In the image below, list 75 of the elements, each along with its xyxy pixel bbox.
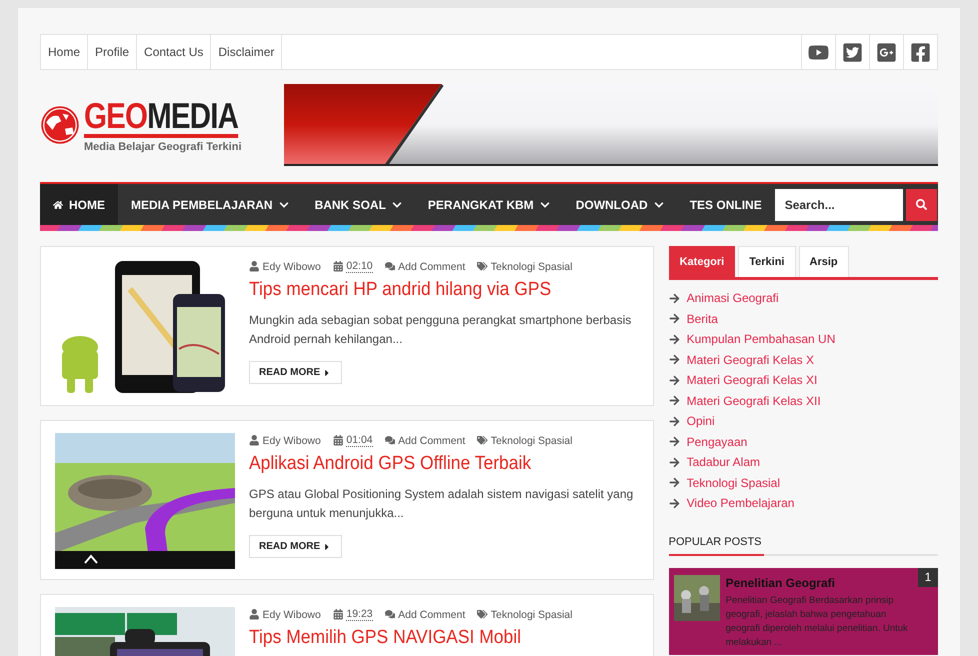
arrow-icon bbox=[668, 456, 680, 468]
post-author: Edy Wibowo bbox=[249, 434, 321, 447]
category-link[interactable]: Video Pembelajaran bbox=[686, 495, 794, 512]
user-icon bbox=[249, 261, 260, 272]
arrow-icon bbox=[668, 395, 680, 406]
top-menu-link[interactable]: Home bbox=[41, 35, 88, 69]
post-title[interactable]: Aplikasi Android GPS Offline Terbaik bbox=[249, 453, 532, 475]
arrow-icon bbox=[668, 477, 680, 488]
read-more-button[interactable]: READ MORE bbox=[249, 535, 342, 558]
comment-link[interactable]: Add Comment bbox=[384, 434, 466, 447]
tags-icon bbox=[477, 261, 488, 272]
user-icon bbox=[249, 435, 260, 446]
comment-link[interactable]: Add Comment bbox=[384, 260, 466, 273]
section-heading: POPULAR POSTS bbox=[668, 536, 764, 556]
home-icon bbox=[53, 200, 63, 210]
rank-badge: 1 bbox=[918, 568, 938, 586]
arrow-icon bbox=[668, 334, 680, 345]
calendar-icon bbox=[332, 609, 344, 620]
comments-icon bbox=[384, 609, 396, 620]
post-title[interactable]: Tips Memilih GPS NAVIGASI Mobil bbox=[249, 627, 521, 649]
search-field[interactable]: Search... bbox=[774, 188, 903, 220]
post-excerpt: GPS atau Global Positioning System adalah sistem navigasi satelit yang berguna untuk menunjukka... bbox=[249, 486, 634, 522]
post-time: 19:23 bbox=[346, 608, 373, 621]
category-link[interactable]: Animasi Geografi bbox=[686, 290, 779, 306]
category-link[interactable]: Pengayaan bbox=[686, 434, 748, 450]
sidebar-tab[interactable]: Arsip bbox=[798, 246, 849, 277]
category-link[interactable]: Teknologi Spasial bbox=[477, 434, 572, 447]
top-menu-link[interactable]: Contact Us bbox=[137, 35, 212, 69]
category-link[interactable]: Materi Geografi Kelas XII bbox=[686, 392, 821, 409]
comments-icon bbox=[384, 261, 396, 272]
category-link[interactable]: Tadabur Alam bbox=[686, 454, 760, 470]
search-icon bbox=[916, 199, 927, 210]
arrow-icon bbox=[668, 354, 680, 366]
logo-title: GEOMEDIA bbox=[84, 98, 238, 138]
nav-item[interactable]: PERANGKAT KBM bbox=[414, 184, 563, 225]
arrow-icon bbox=[668, 436, 680, 448]
comment-link[interactable]: Add Comment bbox=[384, 608, 466, 621]
category-link[interactable]: Opini bbox=[686, 413, 715, 430]
logo-tagline: Media Belajar Geografi Terkini bbox=[84, 140, 242, 152]
post-excerpt: Mungkin ada sebagian sobat pengguna perangkat smartphone berbasis Android pernah kehilangan... bbox=[249, 312, 632, 348]
post-author: Edy Wibowo bbox=[249, 608, 321, 621]
category-link[interactable]: Teknologi Spasial bbox=[477, 608, 572, 621]
nav-item[interactable]: BANK SOAL bbox=[302, 184, 415, 225]
top-menu-link[interactable]: Disclaimer bbox=[211, 35, 282, 69]
arrow-icon bbox=[668, 374, 680, 386]
nav-item[interactable]: DOWNLOAD bbox=[562, 184, 677, 225]
category-link[interactable]: Berita bbox=[686, 310, 718, 327]
sidebar-tab[interactable]: Terkini bbox=[738, 246, 796, 277]
sidebar-tab[interactable]: Kategori bbox=[668, 246, 736, 277]
tags-icon bbox=[477, 435, 488, 446]
arrow-icon bbox=[668, 292, 680, 304]
comments-icon bbox=[384, 435, 396, 446]
popular-post-excerpt: Penelitian Geografi Berdasarkan prinsip geografi, jelaslah bahwa pengetahuan geografi diperoleh melalui penelitian. Untuk melakukan ... bbox=[726, 594, 909, 650]
user-icon bbox=[249, 609, 260, 620]
calendar-icon bbox=[332, 435, 344, 446]
category-link[interactable]: Teknologi Spasial bbox=[477, 260, 572, 273]
post-time: 01:04 bbox=[346, 434, 373, 447]
calendar-icon bbox=[332, 261, 344, 272]
arrow-icon bbox=[668, 313, 680, 324]
category-link[interactable]: Kumpulan Pembahasan UN bbox=[686, 331, 836, 348]
nav-item[interactable]: HOME bbox=[40, 184, 118, 225]
top-menu-link[interactable]: Profile bbox=[88, 35, 138, 69]
nav-item[interactable]: TES ONLINE bbox=[676, 184, 775, 225]
post-time: 02:10 bbox=[346, 260, 373, 273]
post-author: Edy Wibowo bbox=[249, 260, 321, 273]
category-link[interactable]: Materi Geografi Kelas X bbox=[686, 352, 814, 368]
arrow-icon bbox=[668, 416, 680, 427]
category-link[interactable]: Materi Geografi Kelas XI bbox=[686, 372, 818, 388]
category-link[interactable]: Teknologi Spasial bbox=[686, 474, 780, 491]
nav-item[interactable]: MEDIA PEMBELAJARAN bbox=[118, 184, 302, 225]
search-button[interactable] bbox=[906, 188, 937, 220]
tags-icon bbox=[477, 609, 488, 620]
arrow-icon bbox=[668, 498, 680, 509]
post-title[interactable]: Tips mencari HP andrid hilang via GPS bbox=[249, 279, 552, 301]
read-more-button[interactable]: READ MORE bbox=[249, 361, 342, 384]
